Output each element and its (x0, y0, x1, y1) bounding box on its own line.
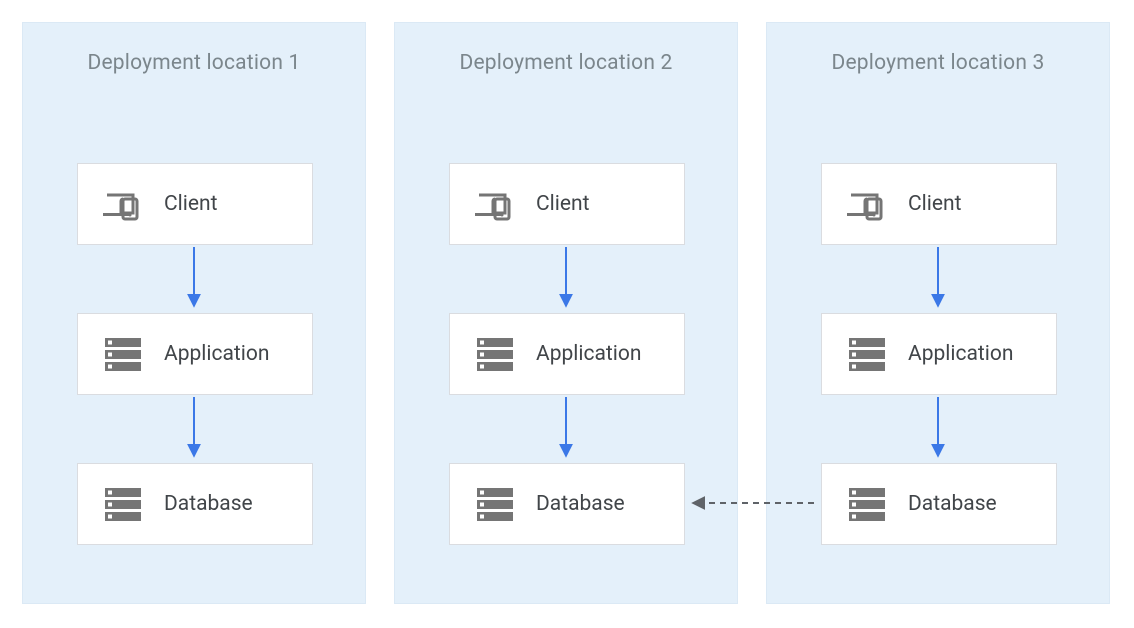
server-stack-icon (472, 484, 518, 524)
server-stack-icon (100, 484, 146, 524)
arrow-down-icon (184, 245, 204, 311)
node-label: Database (908, 492, 997, 516)
deployment-diagram: Deployment location 1 Client Application… (0, 0, 1134, 628)
node-label: Client (536, 192, 589, 216)
panel-title: Deployment location 2 (395, 51, 737, 75)
panel-location-2: Deployment location 2 Client Application… (394, 22, 738, 604)
arrow-down-icon (556, 245, 576, 311)
server-stack-icon (844, 334, 890, 374)
dashed-arrow-left-icon (684, 493, 820, 513)
node-label: Application (164, 342, 269, 366)
node-client: Client (449, 163, 685, 245)
node-label: Application (536, 342, 641, 366)
arrow-down-icon (184, 395, 204, 461)
node-label: Database (536, 492, 625, 516)
node-database: Database (821, 463, 1057, 545)
arrow-down-icon (928, 245, 948, 311)
devices-icon (472, 184, 518, 224)
node-label: Client (164, 192, 217, 216)
panel-title: Deployment location 3 (767, 51, 1109, 75)
node-database: Database (77, 463, 313, 545)
node-application: Application (449, 313, 685, 395)
panel-title: Deployment location 1 (23, 51, 365, 75)
server-stack-icon (472, 334, 518, 374)
devices-icon (844, 184, 890, 224)
server-stack-icon (100, 334, 146, 374)
node-application: Application (77, 313, 313, 395)
node-label: Client (908, 192, 961, 216)
node-client: Client (821, 163, 1057, 245)
node-database: Database (449, 463, 685, 545)
panel-location-3: Deployment location 3 Client Application… (766, 22, 1110, 604)
panel-location-1: Deployment location 1 Client Application… (22, 22, 366, 604)
devices-icon (100, 184, 146, 224)
node-application: Application (821, 313, 1057, 395)
arrow-down-icon (928, 395, 948, 461)
node-label: Application (908, 342, 1013, 366)
server-stack-icon (844, 484, 890, 524)
node-client: Client (77, 163, 313, 245)
arrow-down-icon (556, 395, 576, 461)
node-label: Database (164, 492, 253, 516)
